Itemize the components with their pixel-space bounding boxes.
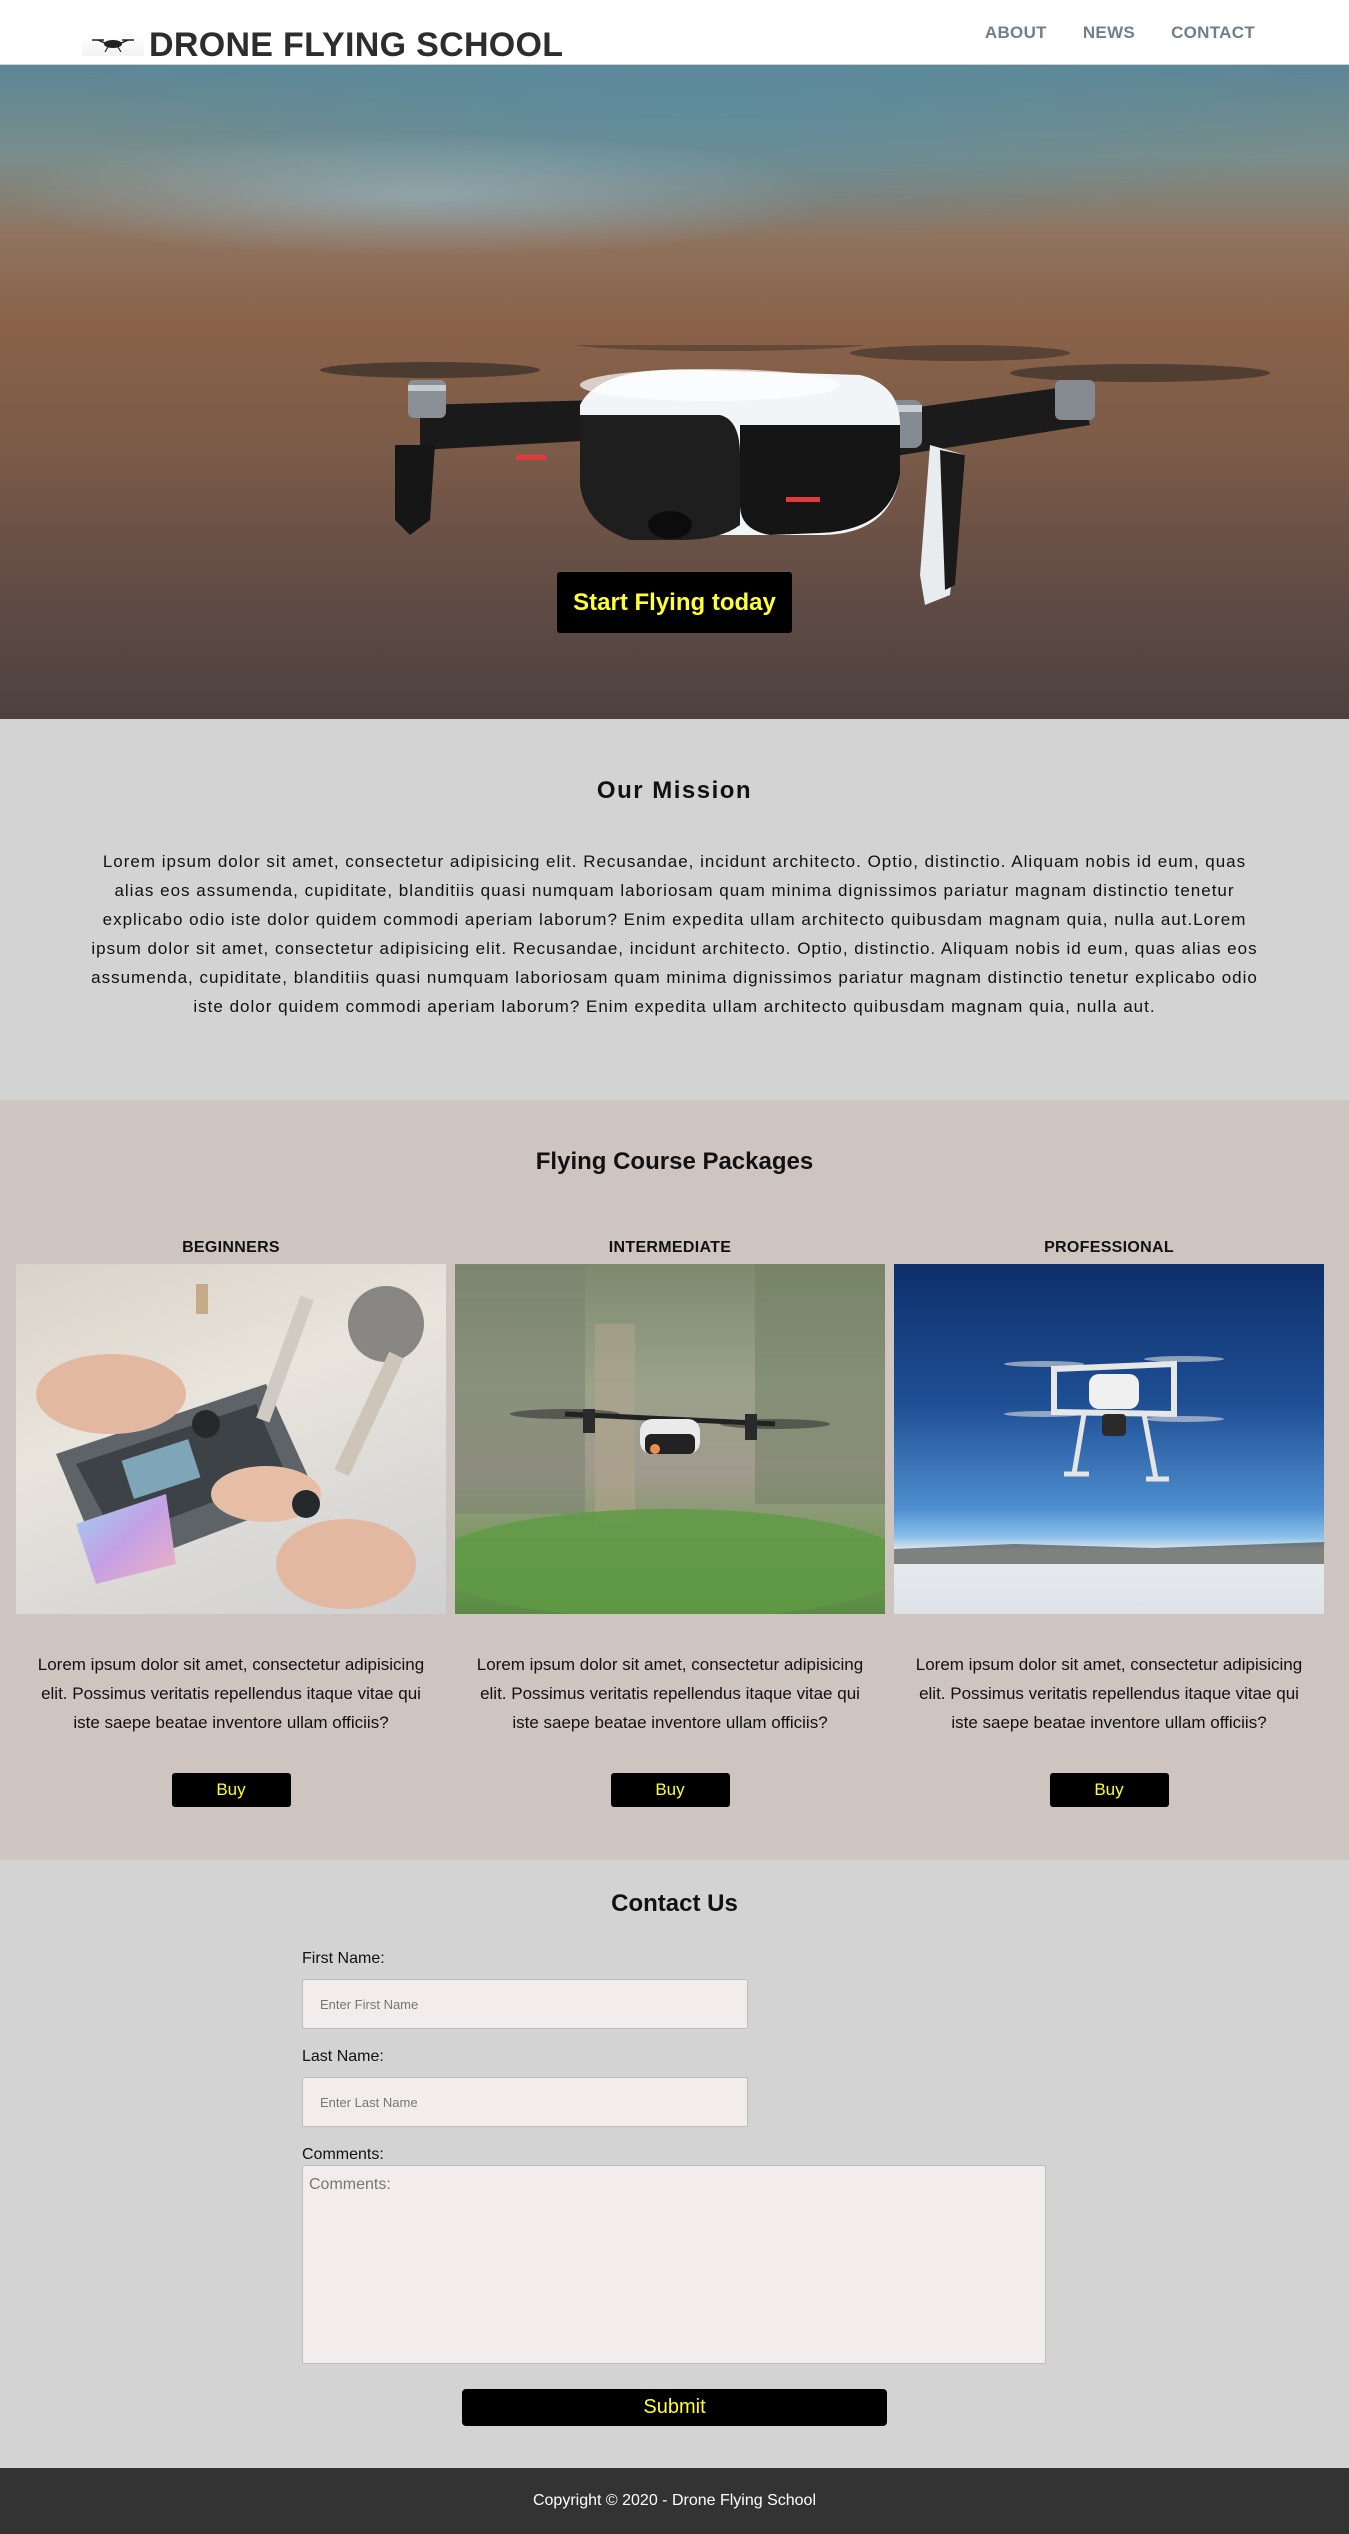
buy-intermediate-button[interactable]: Buy xyxy=(610,1773,730,1807)
package-name: INTERMEDIATE xyxy=(608,1239,732,1256)
mission-title: Our Mission xyxy=(596,777,753,804)
nav-about-link[interactable]: ABOUT xyxy=(985,23,1047,43)
package-card-beginners: BEGINNERS Lorem ipsum dolor sit amet, co… xyxy=(16,1238,446,1807)
start-flying-button[interactable]: Start Flying today xyxy=(557,572,792,633)
last-name-field[interactable] xyxy=(302,2077,748,2127)
package-description: Lorem ipsum dolor sit amet, consectetur … xyxy=(476,1655,864,1732)
submit-button[interactable]: Submit xyxy=(462,2389,887,2426)
site-header: DRONE FLYING SCHOOL ABOUT NEWS CONTACT xyxy=(0,0,1349,65)
package-description: Lorem ipsum dolor sit amet, consectetur … xyxy=(37,1655,425,1732)
drone-icon xyxy=(82,34,144,56)
packages-section: Flying Course Packages BEGINNERS Lorem i… xyxy=(0,1100,1349,1860)
brand-title: DRONE FLYING SCHOOL xyxy=(149,26,564,64)
hero-banner: Start Flying today xyxy=(0,65,1349,719)
brand-logo[interactable]: DRONE FLYING SCHOOL xyxy=(82,25,563,65)
drone-remote-controller-photo xyxy=(16,1264,446,1614)
last-name-label: Last Name: xyxy=(302,2048,384,2065)
package-card-intermediate: INTERMEDIATE Lorem ipsum dolor sit amet,… xyxy=(455,1238,885,1807)
site-footer: Copyright © 2020 - Drone Flying School xyxy=(0,2468,1349,2534)
drone-hovering-photo xyxy=(320,345,1270,605)
small-drone-flying-photo xyxy=(455,1264,885,1614)
first-name-field[interactable] xyxy=(302,1979,748,2029)
packages-title: Flying Course Packages xyxy=(535,1148,814,1175)
nav-news-link[interactable]: NEWS xyxy=(1083,23,1135,43)
mission-section: Our Mission Lorem ipsum dolor sit amet, … xyxy=(0,719,1349,1100)
buy-professional-button[interactable]: Buy xyxy=(1049,1773,1169,1807)
main-nav: ABOUT NEWS CONTACT xyxy=(985,23,1255,43)
package-card-professional: PROFESSIONAL Lorem ipsum dolor sit amet,… xyxy=(894,1238,1324,1807)
nav-contact-link[interactable]: CONTACT xyxy=(1171,23,1255,43)
quadcopter-blue-sky-photo xyxy=(894,1264,1324,1614)
comments-field[interactable] xyxy=(302,2165,1046,2364)
buy-beginners-button[interactable]: Buy xyxy=(171,1773,291,1807)
contact-section: Contact Us First Name: Last Name: Commen… xyxy=(0,1860,1349,2468)
package-name: PROFESSIONAL xyxy=(1044,1239,1174,1256)
comments-label: Comments: xyxy=(302,2146,384,2163)
package-description: Lorem ipsum dolor sit amet, consectetur … xyxy=(915,1655,1303,1732)
first-name-label: First Name: xyxy=(302,1950,385,1967)
package-name: BEGINNERS xyxy=(182,1239,280,1256)
contact-title: Contact Us xyxy=(611,1890,738,1917)
mission-body: Lorem ipsum dolor sit amet, consectetur … xyxy=(91,852,1258,1016)
copyright-text: Copyright © 2020 - Drone Flying School xyxy=(532,2492,817,2509)
